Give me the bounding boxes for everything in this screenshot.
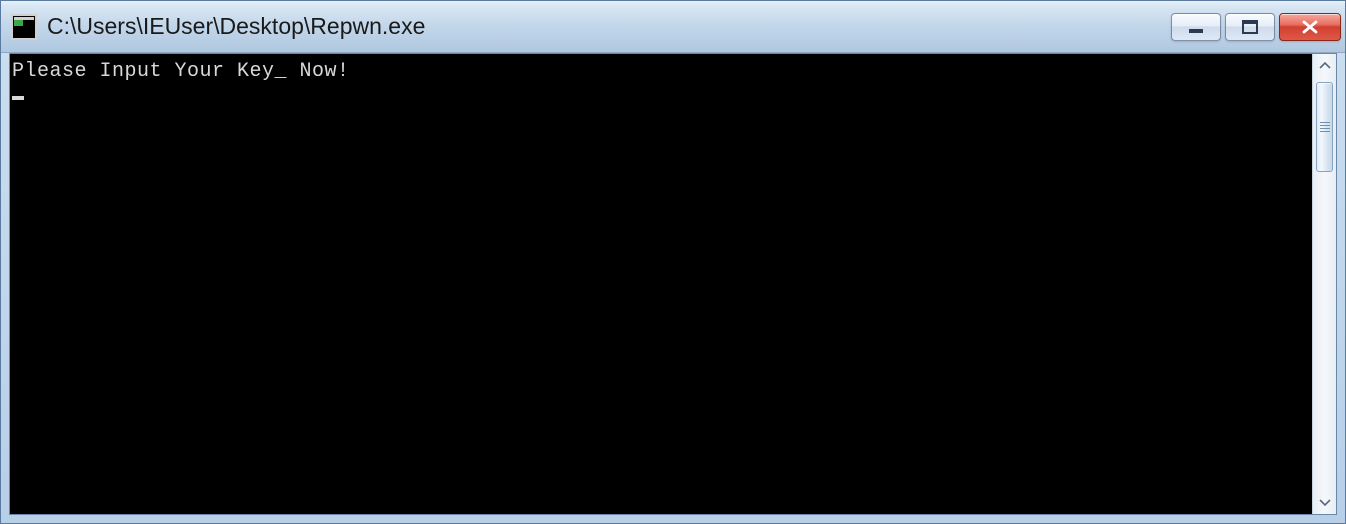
close-icon bbox=[1300, 20, 1320, 34]
maximize-icon bbox=[1241, 20, 1259, 34]
console-app-icon bbox=[11, 14, 37, 40]
window-title: C:\Users\IEUser\Desktop\Repwn.exe bbox=[47, 13, 1171, 40]
console-line: Please Input Your Key_ Now! bbox=[12, 60, 1312, 84]
window-controls bbox=[1171, 1, 1341, 52]
chevron-up-icon bbox=[1319, 62, 1331, 70]
minimize-button[interactable] bbox=[1171, 13, 1221, 41]
titlebar[interactable]: C:\Users\IEUser\Desktop\Repwn.exe bbox=[1, 1, 1345, 53]
scroll-thumb[interactable] bbox=[1316, 82, 1333, 172]
console-output[interactable]: Please Input Your Key_ Now! bbox=[10, 54, 1312, 514]
scroll-track[interactable] bbox=[1313, 78, 1336, 490]
vertical-scrollbar[interactable] bbox=[1312, 54, 1336, 514]
scroll-thumb-grip bbox=[1320, 122, 1330, 132]
minimize-icon bbox=[1187, 20, 1205, 34]
text-cursor bbox=[12, 96, 24, 100]
console-window: C:\Users\IEUser\Desktop\Repwn.exe bbox=[0, 0, 1346, 524]
maximize-button[interactable] bbox=[1225, 13, 1275, 41]
client-area: Please Input Your Key_ Now! bbox=[9, 53, 1337, 515]
chevron-down-icon bbox=[1319, 498, 1331, 506]
close-button[interactable] bbox=[1279, 13, 1341, 41]
scroll-up-button[interactable] bbox=[1313, 54, 1336, 78]
scroll-down-button[interactable] bbox=[1313, 490, 1336, 514]
